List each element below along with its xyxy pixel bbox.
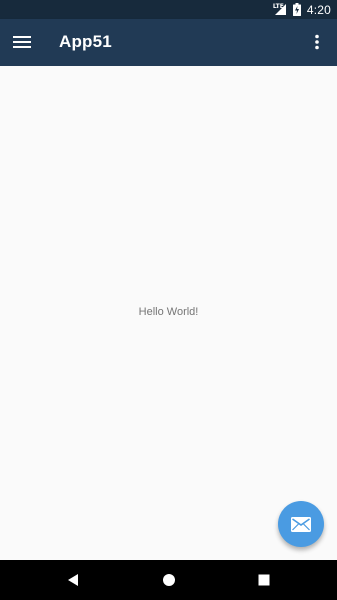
recents-icon xyxy=(258,574,270,586)
status-icons: LTE 4:20 xyxy=(273,0,331,19)
app-title: App51 xyxy=(59,32,112,51)
app-bar: App51 xyxy=(0,19,337,66)
overflow-menu-icon xyxy=(315,34,319,50)
email-fab-button[interactable] xyxy=(278,501,324,547)
home-icon xyxy=(163,574,175,586)
email-icon xyxy=(291,516,311,532)
network-type-label: LTE xyxy=(272,3,284,10)
overflow-menu-button[interactable] xyxy=(304,28,330,56)
hamburger-menu-button[interactable] xyxy=(8,28,36,56)
hello-world-text: Hello World! xyxy=(138,306,199,318)
battery-charging-icon xyxy=(292,3,301,16)
status-time: 4:20 xyxy=(306,2,331,17)
lte-signal-icon: LTE xyxy=(273,3,287,16)
recents-button[interactable] xyxy=(254,570,274,590)
status-bar: LTE 4:20 xyxy=(0,0,337,19)
back-icon xyxy=(68,574,78,586)
main-content: Hello World! xyxy=(0,66,337,560)
hamburger-menu-icon xyxy=(13,36,31,48)
back-button[interactable] xyxy=(63,570,83,590)
home-button[interactable] xyxy=(159,570,179,590)
phone-screen: LTE 4:20 App51 Hello World! xyxy=(0,0,337,600)
navigation-bar xyxy=(0,560,337,600)
